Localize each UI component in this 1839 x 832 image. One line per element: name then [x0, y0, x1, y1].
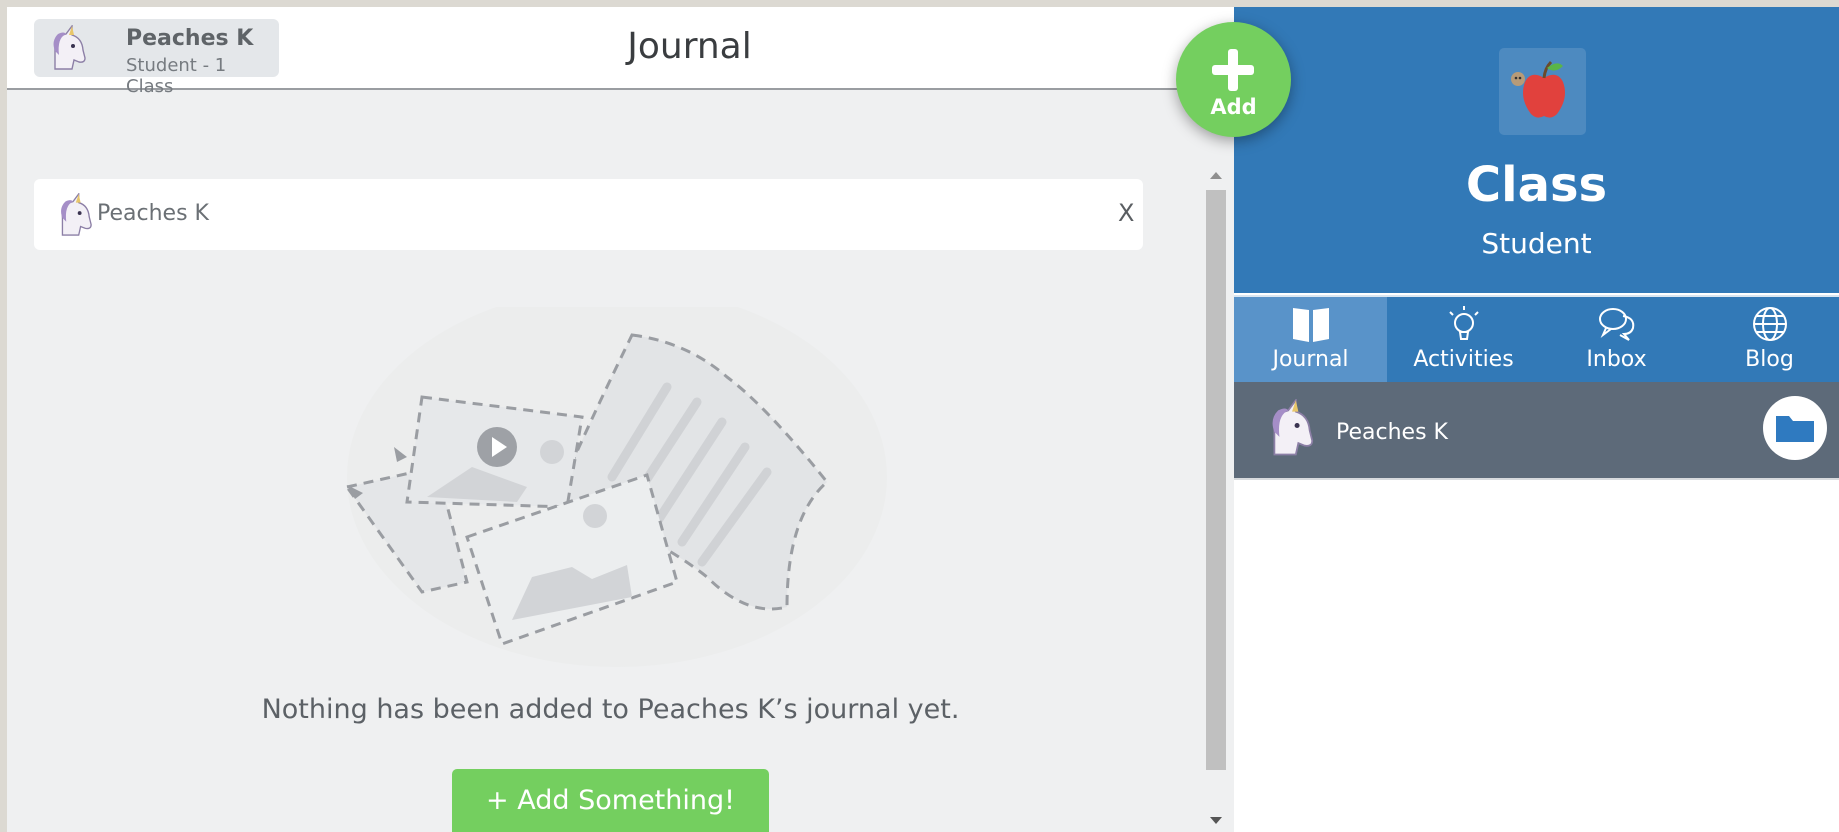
tab-label: Inbox: [1586, 347, 1647, 372]
book-icon: [1293, 308, 1329, 342]
scroll-up-arrow-icon[interactable]: [1210, 172, 1222, 179]
student-row[interactable]: Peaches K: [1234, 382, 1839, 480]
user-subtitle: Student - 1 Class: [126, 55, 227, 97]
class-tabs: Journal Activities Inbox Blog: [1234, 295, 1839, 384]
scroll-down-arrow-icon[interactable]: [1210, 817, 1222, 824]
folder-icon: [1776, 416, 1814, 442]
page-title: Journal: [627, 26, 752, 67]
tab-journal[interactable]: Journal: [1234, 297, 1387, 384]
tab-label: Journal: [1272, 347, 1349, 372]
unicorn-avatar-icon: [61, 193, 92, 236]
add-something-button[interactable]: + Add Something!: [452, 769, 769, 832]
user-switcher[interactable]: Peaches K Student - 1 Class: [34, 19, 279, 97]
journal-filter-bar: Peaches K X: [34, 179, 1143, 250]
add-label: Add: [1210, 95, 1257, 119]
class-header: Class Student: [1234, 7, 1839, 293]
tab-label: Activities: [1413, 347, 1514, 372]
class-title: Class: [1465, 157, 1608, 213]
chat-bubbles-icon: [1599, 308, 1635, 341]
class-apple-icon: [1499, 48, 1586, 135]
empty-journal-illustration: [344, 307, 887, 667]
tab-blog[interactable]: Blog: [1693, 297, 1839, 384]
add-floating-button[interactable]: Add: [1176, 22, 1291, 137]
apple-icon: [1511, 60, 1565, 118]
empty-journal-message: Nothing has been added to Peaches K’s jo…: [261, 694, 960, 725]
tab-activities[interactable]: Activities: [1387, 297, 1540, 384]
student-name: Peaches K: [1336, 420, 1448, 445]
class-role: Student: [1481, 227, 1592, 260]
globe-icon: [1753, 307, 1787, 341]
user-name: Peaches K: [126, 26, 254, 51]
top-bar: Peaches K Student - 1 Class Journal: [7, 7, 1234, 97]
unicorn-avatar-icon: [1272, 399, 1314, 456]
journal-scrollbar[interactable]: [1203, 172, 1229, 832]
filter-student-name: Peaches K: [97, 201, 209, 226]
plus-icon: [1212, 49, 1254, 91]
journal-panel: Peaches K Student - 1 Class Journal Peac…: [7, 7, 1234, 832]
student-folder-button[interactable]: [1763, 396, 1827, 460]
tab-inbox[interactable]: Inbox: [1540, 297, 1693, 384]
tab-label: Blog: [1745, 347, 1794, 372]
close-filter-button[interactable]: X: [1118, 199, 1134, 227]
unicorn-avatar-icon: [53, 25, 86, 70]
class-panel: Class Student Journal Activities Inbox B…: [1234, 7, 1839, 832]
scroll-thumb[interactable]: [1206, 190, 1226, 770]
lightbulb-icon: [1449, 306, 1479, 340]
